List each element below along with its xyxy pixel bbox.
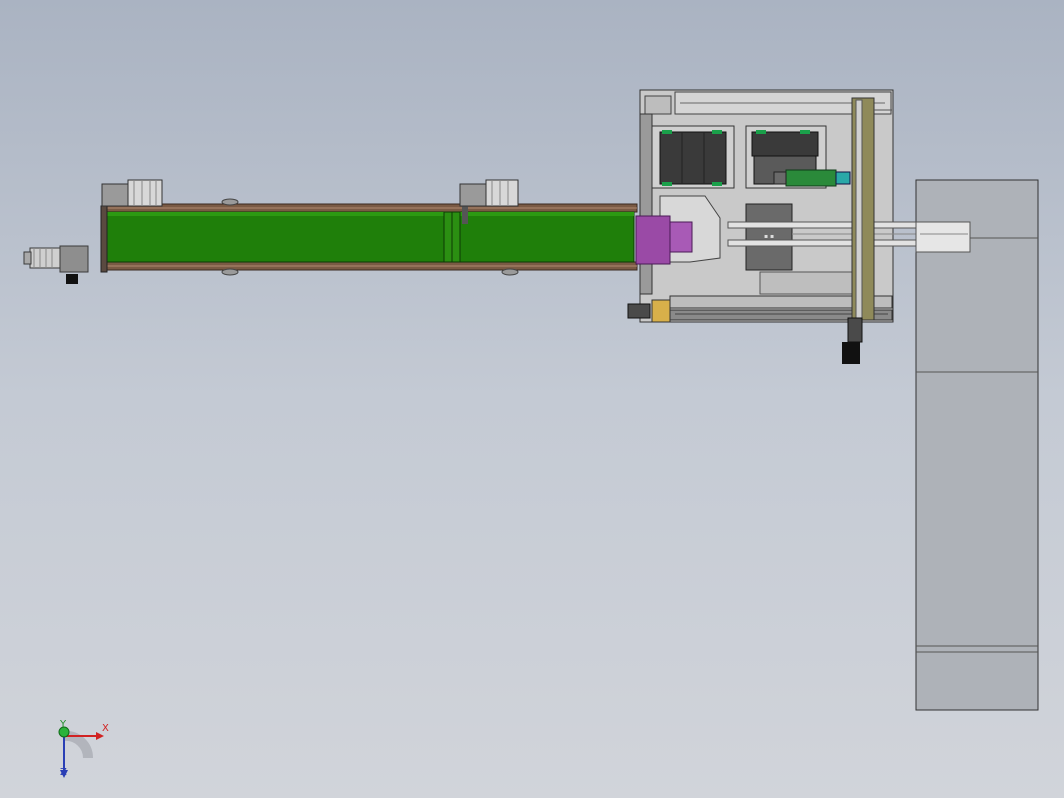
- cad-viewport[interactable]: ▪ ▪ X Y Z: [0, 0, 1064, 798]
- conveyor-motor-1[interactable]: [101, 179, 163, 207]
- model-drawing[interactable]: ▪ ▪: [0, 0, 1064, 798]
- conveyor-motor-2[interactable]: [459, 179, 519, 207]
- green-conveyor[interactable]: [100, 198, 638, 276]
- z-axis-label: Z: [60, 767, 67, 778]
- left-motor-assembly[interactable]: [23, 245, 89, 284]
- svg-text:▪ ▪: ▪ ▪: [764, 233, 774, 240]
- y-axis-label: Y: [60, 719, 67, 730]
- side-cabinet[interactable]: [915, 179, 1039, 711]
- x-axis-label: X: [102, 723, 109, 734]
- rail-extension: [915, 221, 971, 253]
